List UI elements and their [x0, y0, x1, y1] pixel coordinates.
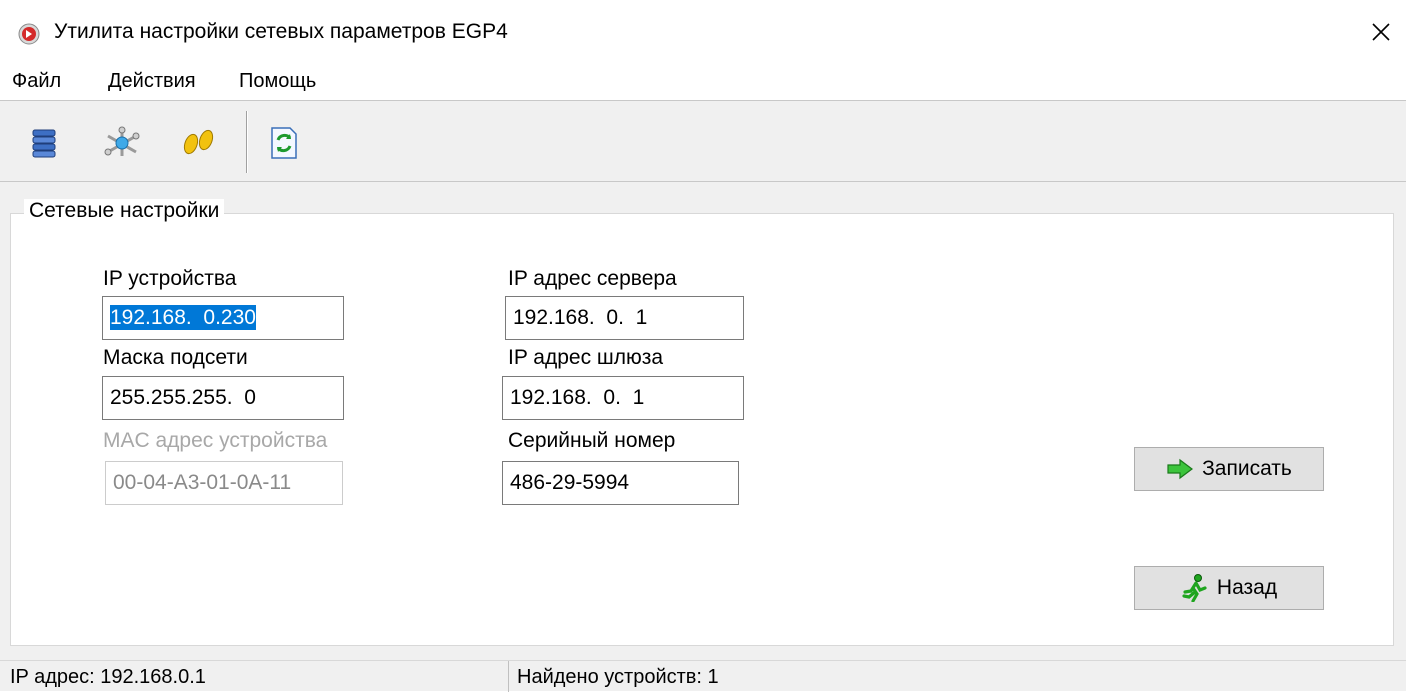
- status-found-devices: Найдено устройств: 1: [517, 666, 719, 688]
- close-icon: [1372, 23, 1390, 41]
- ip-device-label: IP устройства: [103, 267, 237, 290]
- refresh-icon: [271, 127, 297, 159]
- refresh-button[interactable]: [262, 123, 306, 163]
- back-button[interactable]: Назад: [1134, 566, 1324, 610]
- server-ip-label: IP адрес сервера: [508, 267, 677, 290]
- window-title: Утилита настройки сетевых параметров EGP…: [54, 20, 508, 43]
- search-devices-button[interactable]: [176, 123, 220, 163]
- ip-device-value: 192.168. 0.230: [110, 305, 256, 330]
- menu-actions[interactable]: Действия: [108, 70, 196, 93]
- gateway-ip-label: IP адрес шлюза: [508, 346, 664, 369]
- write-button[interactable]: Записать: [1134, 447, 1324, 491]
- toolbar: [0, 100, 1406, 182]
- subnet-mask-label: Маска подсети: [103, 346, 248, 369]
- arrow-right-icon: [1167, 458, 1194, 480]
- status-bar: IP адрес: 192.168.0.1 Найдено устройств:…: [0, 660, 1406, 692]
- database-button[interactable]: [22, 123, 66, 163]
- status-separator: [508, 661, 509, 692]
- serial-number-input[interactable]: 486-29-5994: [502, 461, 739, 505]
- toolbar-separator: [246, 111, 247, 173]
- database-icon: [32, 129, 56, 158]
- serial-number-label: Серийный номер: [508, 429, 676, 452]
- network-button[interactable]: [100, 123, 144, 163]
- menu-bar: Файл Действия Помощь: [0, 64, 1406, 100]
- ip-device-input[interactable]: 192.168. 0.230: [102, 296, 344, 340]
- network-icon: [104, 126, 140, 156]
- subnet-mask-input[interactable]: 255.255.255. 0: [102, 376, 344, 420]
- footsteps-icon: [183, 129, 214, 155]
- gateway-ip-input[interactable]: 192.168. 0. 1: [502, 376, 744, 420]
- menu-file[interactable]: Файл: [12, 70, 61, 93]
- running-man-icon: [1182, 574, 1207, 602]
- mac-address-input: 00-04-A3-01-0A-11: [105, 461, 343, 505]
- main-panel: Сетевые настройки IP устройства 192.168.…: [0, 182, 1406, 660]
- app-icon: [18, 23, 40, 45]
- status-ip: IP адрес: 192.168.0.1: [10, 666, 206, 688]
- menu-help[interactable]: Помощь: [239, 70, 316, 93]
- server-ip-input[interactable]: 192.168. 0. 1: [505, 296, 744, 340]
- group-title: Сетевые настройки: [24, 199, 225, 223]
- title-bar: Утилита настройки сетевых параметров EGP…: [0, 0, 1406, 64]
- close-button[interactable]: [1356, 10, 1406, 54]
- write-button-label: Записать: [1202, 457, 1292, 480]
- back-button-label: Назад: [1216, 576, 1278, 599]
- mac-address-label: MAC адрес устройства: [103, 429, 328, 452]
